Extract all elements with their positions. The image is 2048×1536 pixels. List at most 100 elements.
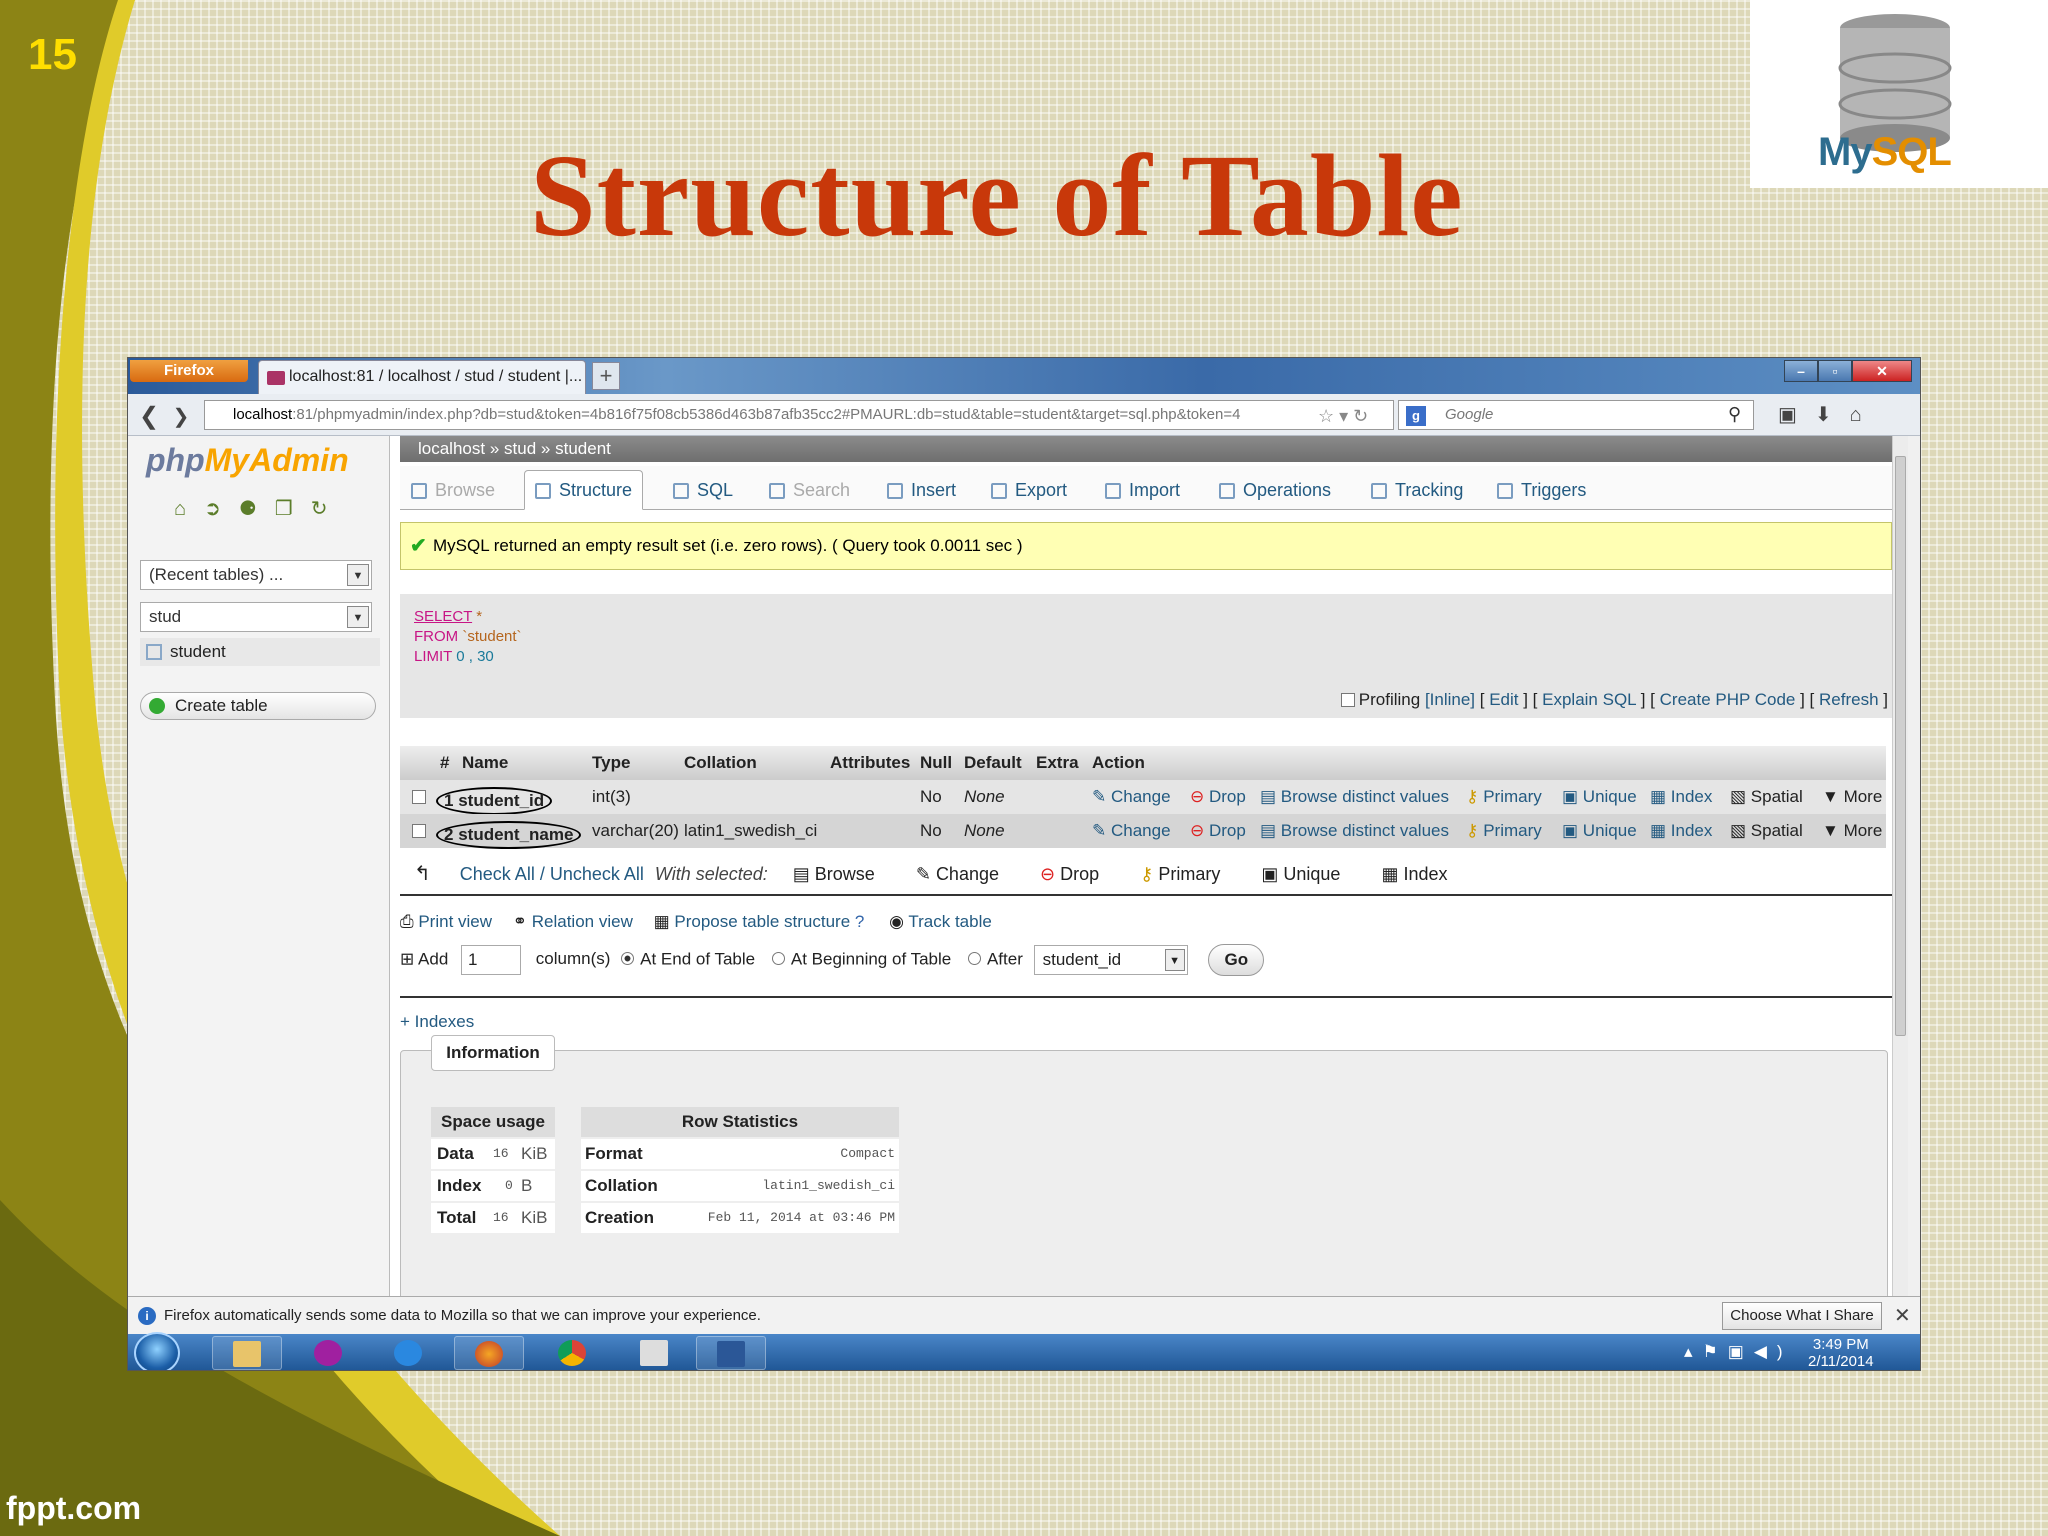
phpmyadmin-logo[interactable]: phpMyAdmin xyxy=(146,442,349,479)
sql-links: Profiling [Inline] [ Edit ] [ Explain SQ… xyxy=(1340,690,1888,710)
taskbar-firefox[interactable] xyxy=(454,1336,524,1370)
change-action[interactable]: ✎ Change xyxy=(1092,814,1171,848)
profiling-checkbox[interactable] xyxy=(1340,693,1355,707)
primary-action[interactable]: ⚷ Primary xyxy=(1466,780,1542,814)
choose-what-i-share-button[interactable]: Choose What I Share xyxy=(1722,1302,1882,1330)
bulk-drop[interactable]: ⊖ Drop xyxy=(1040,864,1099,884)
tab-triggers[interactable]: Triggers xyxy=(1486,470,1597,510)
scrollbar-thumb[interactable] xyxy=(1895,456,1906,1036)
database-select[interactable]: stud ▼ xyxy=(140,602,372,632)
sidebar-quick-icons[interactable]: ⌂➲⚈❐↻ xyxy=(174,496,345,521)
close-window-button[interactable]: ✕ xyxy=(1852,360,1912,382)
unique-action[interactable]: ▣ Unique xyxy=(1562,780,1637,814)
tab-export[interactable]: Export xyxy=(980,470,1078,510)
index-action[interactable]: ▦ Index xyxy=(1650,814,1712,848)
more-action[interactable]: ▼ More xyxy=(1822,780,1882,814)
start-button[interactable] xyxy=(134,1332,180,1370)
bulk-change[interactable]: ✎ Change xyxy=(916,864,999,884)
taskbar-ie[interactable] xyxy=(374,1336,444,1370)
information-tab[interactable]: Information xyxy=(431,1035,555,1071)
end-of-table-radio[interactable] xyxy=(621,952,635,966)
action-label: Index xyxy=(1670,821,1713,840)
back-arrow-icon[interactable]: ❮ xyxy=(136,402,162,431)
taskbar-explorer[interactable] xyxy=(212,1336,282,1370)
propose-structure-link[interactable]: Propose table structure xyxy=(674,912,850,931)
browser-tab[interactable]: localhost:81 / localhost / stud / studen… xyxy=(258,360,586,394)
tab-tracking[interactable]: Tracking xyxy=(1360,470,1474,510)
main-content: localhost » stud » student Browse Struct… xyxy=(400,436,1892,1300)
bulk-index[interactable]: ▦ Index xyxy=(1381,864,1447,884)
search-input[interactable]: Google xyxy=(1398,400,1754,430)
taskbar-word[interactable] xyxy=(696,1336,766,1370)
close-icon[interactable]: ✕ xyxy=(1894,1297,1911,1335)
taskbar-chrome[interactable] xyxy=(538,1336,608,1370)
inline-link[interactable]: [Inline] xyxy=(1425,690,1475,709)
browse-distinct-action[interactable]: ▤ Browse distinct values xyxy=(1260,814,1449,848)
after-radio[interactable] xyxy=(967,952,981,966)
sidebar-item-student[interactable]: student xyxy=(140,638,380,666)
change-action[interactable]: ✎ Change xyxy=(1092,780,1171,814)
drop-action[interactable]: ⊖ Drop xyxy=(1190,780,1246,814)
scrollbar[interactable] xyxy=(1892,436,1908,1296)
maximize-button[interactable]: ▫ xyxy=(1818,360,1852,382)
help-icon[interactable]: ? xyxy=(855,912,864,931)
taskbar-pin-app[interactable] xyxy=(294,1336,364,1370)
breadcrumb-server[interactable]: localhost xyxy=(418,439,485,458)
tab-sql[interactable]: SQL xyxy=(662,470,744,510)
column-count-input[interactable]: 1 xyxy=(461,945,522,975)
bookmark-star-icon[interactable]: ☆ ▾ ↻ xyxy=(1318,406,1368,427)
with-selected-label: With selected: xyxy=(654,864,768,884)
forward-arrow-icon[interactable]: ❯ xyxy=(168,404,194,429)
beginning-radio[interactable] xyxy=(771,952,785,966)
create-php-code-link[interactable]: Create PHP Code xyxy=(1660,690,1796,709)
relation-view-link[interactable]: Relation view xyxy=(532,912,633,931)
explain-sql-link[interactable]: Explain SQL xyxy=(1542,690,1636,709)
more-action[interactable]: ▼ More xyxy=(1822,814,1882,848)
new-tab-button[interactable]: + xyxy=(592,362,620,390)
bulk-unique[interactable]: ▣ Unique xyxy=(1261,864,1340,884)
structure-tools: ⎙ Print view ⚭ Relation view ▦ Propose t… xyxy=(400,908,992,936)
create-table-button[interactable]: Create table xyxy=(140,692,376,720)
index-action[interactable]: ▦ Index xyxy=(1650,780,1712,814)
spatial-action[interactable]: ▧ Spatial xyxy=(1730,814,1803,848)
export-icon xyxy=(991,483,1007,499)
tab-browse[interactable]: Browse xyxy=(400,470,506,510)
recent-tables-select[interactable]: (Recent tables) ... ▼ xyxy=(140,560,372,590)
primary-action[interactable]: ⚷ Primary xyxy=(1466,814,1542,848)
firefox-menu-button[interactable]: Firefox xyxy=(130,360,248,382)
row-checkbox[interactable] xyxy=(412,824,426,838)
bulk-primary[interactable]: ⚷ Primary xyxy=(1140,864,1220,884)
print-view-link[interactable]: Print view xyxy=(418,912,492,931)
spatial-action[interactable]: ▧ Spatial xyxy=(1730,780,1803,814)
unique-action[interactable]: ▣ Unique xyxy=(1562,814,1637,848)
url-bar[interactable]: localhost:81/phpmyadmin/index.php?db=stu… xyxy=(204,400,1394,430)
tab-operations[interactable]: Operations xyxy=(1208,470,1342,510)
logo-myadmin: MyAdmin xyxy=(204,442,349,478)
tab-label: Browse xyxy=(435,480,496,500)
check-all-link[interactable]: Check All / Uncheck All xyxy=(460,864,644,884)
browse-distinct-action[interactable]: ▤ Browse distinct values xyxy=(1260,780,1449,814)
after-field-select[interactable]: student_id ▼ xyxy=(1033,945,1188,975)
system-tray-icons[interactable]: ▴⚑▣◀) xyxy=(1684,1342,1793,1362)
tab-insert[interactable]: Insert xyxy=(876,470,967,510)
drop-action[interactable]: ⊖ Drop xyxy=(1190,814,1246,848)
bulk-browse[interactable]: ▤ Browse xyxy=(793,864,875,884)
clock[interactable]: 3:49 PM 2/11/2014 xyxy=(1808,1336,1874,1370)
refresh-link[interactable]: Refresh xyxy=(1819,690,1879,709)
breadcrumb-db[interactable]: stud xyxy=(504,439,536,458)
row-checkbox[interactable] xyxy=(412,790,426,804)
tab-structure[interactable]: Structure xyxy=(524,470,644,510)
indexes-toggle[interactable]: + Indexes xyxy=(400,1008,474,1036)
track-table-link[interactable]: Track table xyxy=(908,912,991,931)
toolbar-icons[interactable]: ▣⬇⌂ xyxy=(1778,402,1880,427)
breadcrumb-table[interactable]: student xyxy=(555,439,611,458)
tab-search[interactable]: Search xyxy=(758,470,861,510)
minimize-button[interactable]: – xyxy=(1784,360,1818,382)
go-button[interactable]: Go xyxy=(1208,944,1265,976)
taskbar-app[interactable] xyxy=(620,1336,690,1370)
google-engine-icon[interactable]: g xyxy=(1406,406,1426,426)
edit-link[interactable]: Edit xyxy=(1489,690,1518,709)
search-icon[interactable]: ⚲ xyxy=(1728,404,1741,425)
sql-keyword[interactable]: SELECT xyxy=(414,608,472,625)
tab-import[interactable]: Import xyxy=(1094,470,1191,510)
